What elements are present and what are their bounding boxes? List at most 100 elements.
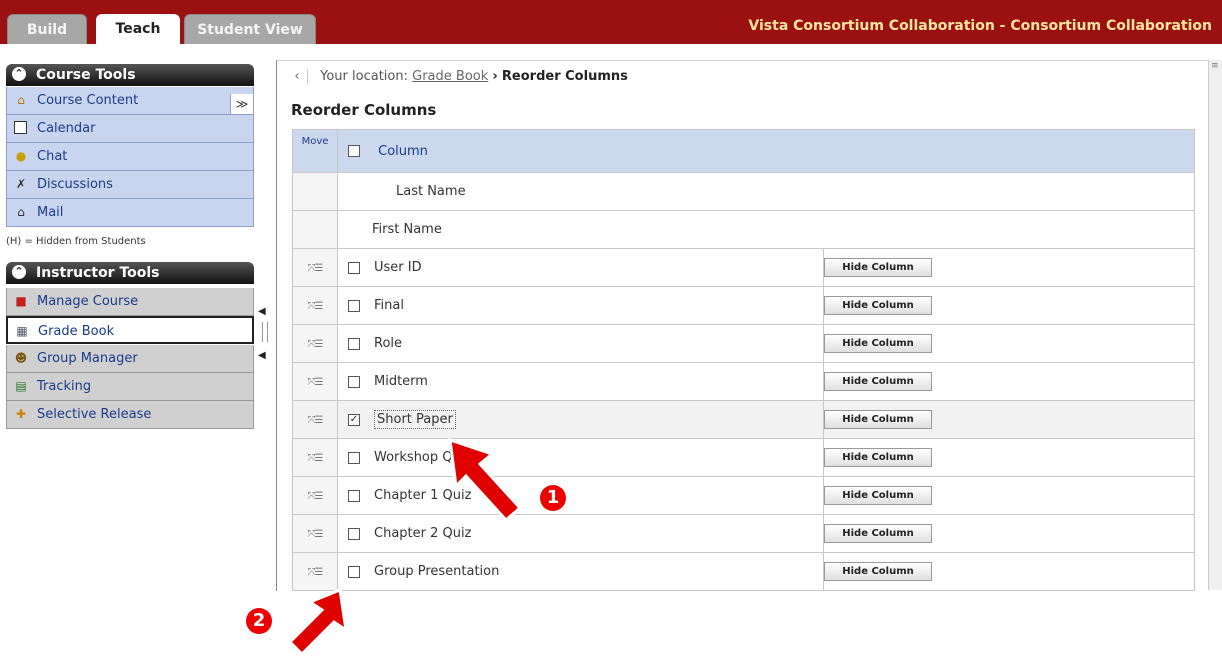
move-handle-icon[interactable]: ⤧☰ [308,263,324,274]
sidebar-item-course-content[interactable]: ⌂ Course Content [6,87,254,115]
button-cell: Hide Column [823,286,1195,325]
vertical-scrollbar[interactable]: ≡ [1208,60,1222,590]
row-checkbox[interactable] [348,337,360,350]
move-cell[interactable]: ⤧☰ [292,248,338,287]
table-row: ⤧☰ Midterm Hide Column [292,362,1195,401]
table-row: ⤧☰ Final Hide Column [292,286,1195,325]
breadcrumb-prefix: Your location: [320,69,408,84]
move-handle-icon[interactable]: ⤧☰ [308,377,324,388]
fixed-column-label: First Name [372,222,442,237]
row-label: First Name [337,210,1195,249]
course-tools-header[interactable]: ⌃ Course Tools [6,64,254,86]
move-cell-empty [292,210,338,249]
move-handle-icon[interactable]: ⤧☰ [308,491,324,502]
move-handle-icon[interactable]: ⤧☰ [308,529,324,540]
button-cell: Hide Column [823,476,1195,515]
table-row: ⤧☰ Chapter 2 Quiz Hide Column [292,514,1195,553]
move-handle-icon[interactable]: ⤧☰ [308,339,324,350]
row-label: Role [337,324,824,363]
instructor-tools-header[interactable]: ⌃ Instructor Tools [6,262,254,284]
column-name: Role [374,336,403,351]
row-checkbox[interactable] [348,375,360,388]
back-arrow-icon[interactable]: ‹ [287,69,308,84]
button-cell: Hide Column [823,324,1195,363]
row-label: ✓ Short Paper [337,400,824,439]
sidebar-item-selective-release[interactable]: ✚ Selective Release [6,401,254,429]
course-content-expand-button[interactable]: ≫ [230,94,253,114]
select-all-checkbox[interactable] [348,145,360,157]
sidebar-item-label: Grade Book [38,324,115,339]
move-handle-icon[interactable]: ⤧☰ [308,415,324,426]
table-row: ⤧☰ Group Presentation Hide Column [292,552,1195,591]
row-checkbox[interactable] [348,489,360,502]
row-checkbox[interactable] [348,261,360,274]
move-handle-icon[interactable]: ⤧☰ [308,453,324,464]
row-checkbox[interactable] [348,565,360,578]
tab-student-view[interactable]: Student View [184,14,316,44]
move-cell[interactable]: ⤧☰ [292,362,338,401]
tab-build[interactable]: Build [7,14,87,44]
breadcrumb-link-grade-book[interactable]: Grade Book [412,69,488,84]
hide-column-button[interactable]: Hide Column [824,410,932,429]
row-checkbox[interactable] [348,451,360,464]
hide-column-button[interactable]: Hide Column [824,448,932,467]
hide-column-button[interactable]: Hide Column [824,372,932,391]
move-cell-empty [292,172,338,211]
collapse-up-icon: ⌃ [12,67,26,81]
top-bar: Build Teach Student View Vista Consortiu… [0,0,1222,44]
fixed-column-label: Last Name [396,184,466,199]
sidebar-item-discussions[interactable]: ✗ Discussions [6,171,254,199]
hide-column-button[interactable]: Hide Column [824,258,932,277]
sidebar-item-mail[interactable]: ⌂ Mail [6,199,254,227]
sidebar-item-tracking[interactable]: ▤ Tracking [6,373,254,401]
column-name: Final [374,298,404,313]
reorder-columns-table: Move Column Last Name First Name ⤧☰ User… [292,129,1195,591]
sidebar-splitter[interactable]: ◀ ◀ [258,300,272,370]
sidebar-item-label: Group Manager [37,351,138,366]
collapse-up-icon: ⌃ [12,265,26,279]
move-cell[interactable]: ⤧☰ [292,400,338,439]
hide-column-button[interactable]: Hide Column [824,486,932,505]
row-label: Workshop Quiz [337,438,824,477]
table-row: ⤧☰ Role Hide Column [292,324,1195,363]
move-handle-icon[interactable]: ⤧☰ [308,567,324,578]
column-header-label: Column [378,143,428,159]
sidebar-item-chat[interactable]: ● Chat [6,143,254,171]
row-checkbox[interactable] [348,299,360,312]
sidebar-item-label: Discussions [37,177,113,192]
breadcrumb-separator: › [492,69,498,84]
move-cell[interactable]: ⤧☰ [292,438,338,477]
move-cell[interactable]: ⤧☰ [292,476,338,515]
hide-column-button[interactable]: Hide Column [824,296,932,315]
main-content: ‹ Your location: Grade Book › Reorder Co… [276,60,1209,591]
scroll-up-icon[interactable]: ≡ [1211,62,1220,71]
row-checkbox-checked[interactable]: ✓ [348,413,360,426]
hide-column-button[interactable]: Hide Column [824,524,932,543]
row-label: Chapter 1 Quiz [337,476,824,515]
sidebar-item-grade-book[interactable]: ▦ Grade Book [6,316,254,344]
column-header: Column [337,129,1195,173]
button-cell: Hide Column [823,514,1195,553]
splitter-grip-icon [262,322,268,342]
table-row: First Name [292,210,1195,249]
move-cell[interactable]: ⤧☰ [292,514,338,553]
app-title: Vista Consortium Collaboration - Consort… [748,18,1212,34]
move-cell[interactable]: ⤧☰ [292,324,338,363]
house-icon: ⌂ [17,93,25,107]
sidebar-item-group-manager[interactable]: ☻ Group Manager [6,345,254,373]
sidebar-item-manage-course[interactable]: ■ Manage Course [6,288,254,316]
breadcrumb-current: Reorder Columns [501,69,628,84]
sidebar-item-calendar[interactable]: Calendar [6,115,254,143]
row-checkbox[interactable] [348,527,360,540]
hide-column-button[interactable]: Hide Column [824,334,932,353]
row-label: Final [337,286,824,325]
move-cell[interactable]: ⤧☰ [292,286,338,325]
tab-teach[interactable]: Teach [96,14,180,44]
release-icon: ✚ [15,407,27,421]
page-title: Reorder Columns [291,101,437,119]
collapse-left-icon: ◀ [258,350,266,361]
move-handle-icon[interactable]: ⤧☰ [308,301,324,312]
gradebook-icon: ▦ [16,324,28,338]
hidden-students-note: (H) = Hidden from Students [6,236,146,247]
hide-column-button[interactable]: Hide Column [824,562,932,581]
